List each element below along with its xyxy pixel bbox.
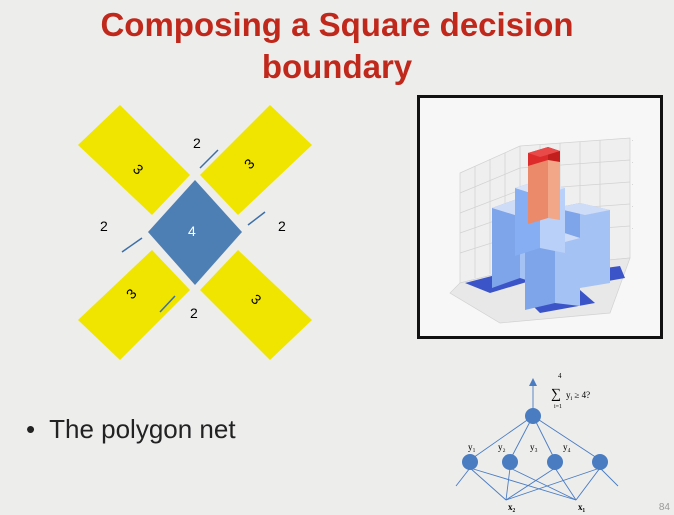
sum-lower-limit: i=1 [554,404,562,410]
svg-text:·: · [632,160,633,165]
hidden-label-4: y₄ [563,442,571,452]
title-line-2: boundary [261,48,413,85]
input-label-x1: x₁ [578,502,586,512]
arm-bottom-left [78,250,190,360]
hidden-node-4 [592,454,608,470]
bullet-text: The polygon net [49,414,236,444]
svg-text:·: · [632,204,633,209]
sum-expression: yi ≥ 4? [566,390,590,402]
hidden-label-3: y₃ [530,442,538,452]
center-bar [528,147,560,224]
region-label-bottom: 2 [190,305,198,321]
center-label: 4 [188,223,196,239]
bar3d-chart: · · · · · [449,137,633,324]
arm-top-right [200,105,312,215]
hidden-node-3 [547,454,563,470]
tick-marks: · · · · · [632,138,633,231]
sum-upper-limit: 4 [558,372,562,380]
output-node [525,408,541,424]
hidden-label-1: y₁ [468,442,476,452]
bullet-item: • The polygon net [26,414,236,445]
output-arrow-icon [529,378,537,386]
region-label-left: 2 [100,218,108,234]
hidden-node-1 [462,454,478,470]
slide-number: 84 [658,502,670,513]
cross-diagram: 3 3 3 3 4 2 2 2 2 [78,105,312,360]
bar3d-chart-frame: · · · · · [417,95,663,339]
bullet-dot: • [26,414,36,444]
title-line-1: Composing a Square decision [100,6,574,43]
sum-symbol: ∑ [551,387,561,402]
hidden-label-2: y₂ [498,442,506,452]
svg-text:·: · [632,138,633,143]
svg-text:·: · [632,182,633,187]
slide-title: Composing a Square decision boundary [0,4,674,88]
polygon-network-diagram: 4 ∑ i=1 yi ≥ 4? y₁ y₂ y₃ y₄ x₂ x₁ [455,372,619,512]
region-label-top: 2 [193,135,201,151]
svg-text:·: · [632,226,633,231]
input-label-x2: x₂ [508,502,516,512]
arm-top-left [78,105,190,215]
region-label-right: 2 [278,218,286,234]
hidden-node-2 [502,454,518,470]
